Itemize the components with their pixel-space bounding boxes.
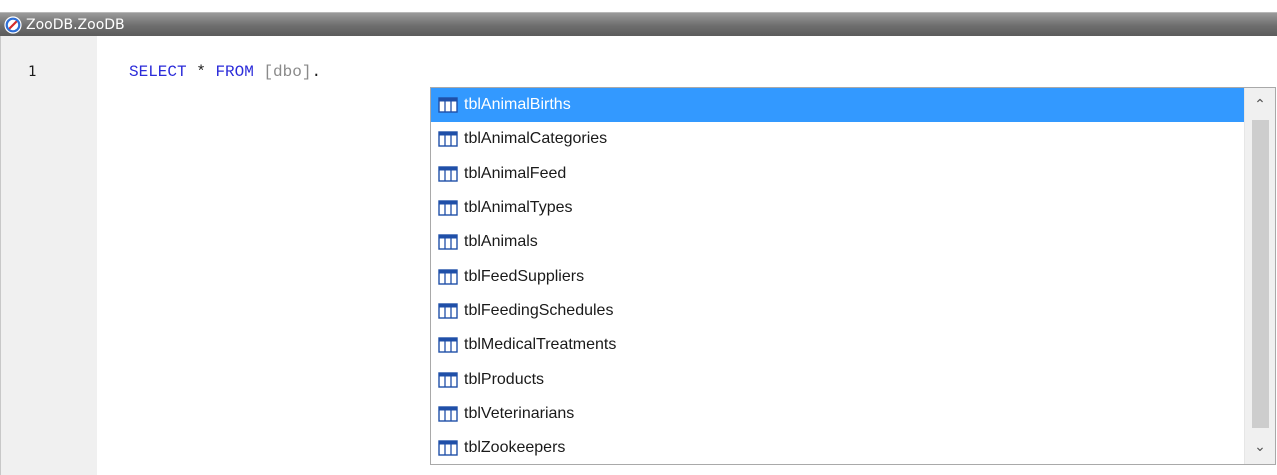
autocomplete-item-label: tblAnimalCategories <box>464 130 608 148</box>
autocomplete-item[interactable]: tblAnimalFeed <box>431 157 1245 191</box>
autocomplete-scrollbar[interactable]: ⌃ ⌄ <box>1244 88 1275 464</box>
line-number-gutter: 1 <box>1 36 97 475</box>
autocomplete-item[interactable]: tblFeedSuppliers <box>431 259 1245 293</box>
document-title: ZooDB.ZooDB <box>26 16 125 33</box>
autocomplete-item-label: tblAnimalFeed <box>464 164 567 182</box>
table-icon <box>438 165 458 183</box>
line-number: 1 <box>28 64 37 80</box>
table-icon <box>438 199 458 217</box>
autocomplete-item[interactable]: tblZookeepers <box>431 431 1245 464</box>
dot-operator: . <box>311 63 322 81</box>
autocomplete-list: tblAnimalBirths tblAnimalCategories tblAni… <box>431 88 1245 464</box>
table-icon <box>438 439 458 457</box>
schema-identifier: [dbo] <box>263 63 312 81</box>
autocomplete-item[interactable]: tblMedicalTreatments <box>431 328 1245 362</box>
keyword-select: SELECT <box>129 63 187 81</box>
autocomplete-item-label: tblAnimalBirths <box>464 96 571 114</box>
table-icon <box>438 96 458 114</box>
autocomplete-item[interactable]: tblAnimalCategories <box>431 122 1245 156</box>
autocomplete-item-label: tblZookeepers <box>464 439 566 457</box>
autocomplete-item[interactable]: tblAnimalTypes <box>431 191 1245 225</box>
star-operator: * <box>196 63 206 81</box>
autocomplete-item[interactable]: tblVeterinarians <box>431 397 1245 431</box>
table-icon <box>438 233 458 251</box>
autocomplete-item[interactable]: tblAnimals <box>431 225 1245 259</box>
scroll-down-icon[interactable]: ⌄ <box>1245 432 1275 462</box>
keyword-from: FROM <box>215 63 254 81</box>
document-tab-bar: ZooDB.ZooDB <box>0 12 1277 36</box>
autocomplete-item-label: tblProducts <box>464 370 545 388</box>
scroll-thumb[interactable] <box>1252 120 1269 428</box>
autocomplete-item[interactable]: tblAnimalBirths <box>431 88 1245 123</box>
autocomplete-item-label: tblAnimalTypes <box>464 199 573 217</box>
autocomplete-popup[interactable]: tblAnimalBirths tblAnimalCategories tblAni… <box>430 87 1276 465</box>
autocomplete-item-label: tblAnimals <box>464 233 538 251</box>
table-icon <box>438 268 458 286</box>
autocomplete-item[interactable]: tblFeedingSchedules <box>431 294 1245 328</box>
autocomplete-item-label: tblFeedSuppliers <box>464 267 585 285</box>
autocomplete-item-label: tblFeedingSchedules <box>464 301 614 319</box>
autocomplete-item[interactable]: tblProducts <box>431 362 1245 396</box>
table-icon <box>438 405 458 423</box>
database-connection-icon <box>4 15 22 34</box>
scroll-up-icon[interactable]: ⌃ <box>1245 90 1275 120</box>
table-icon <box>438 130 458 148</box>
autocomplete-item-label: tblMedicalTreatments <box>464 336 617 354</box>
table-icon <box>438 336 458 354</box>
code-line[interactable]: SELECT * FROM [dbo]. <box>129 62 321 82</box>
table-icon <box>438 302 458 320</box>
table-icon <box>438 371 458 389</box>
autocomplete-item-label: tblVeterinarians <box>464 404 575 422</box>
